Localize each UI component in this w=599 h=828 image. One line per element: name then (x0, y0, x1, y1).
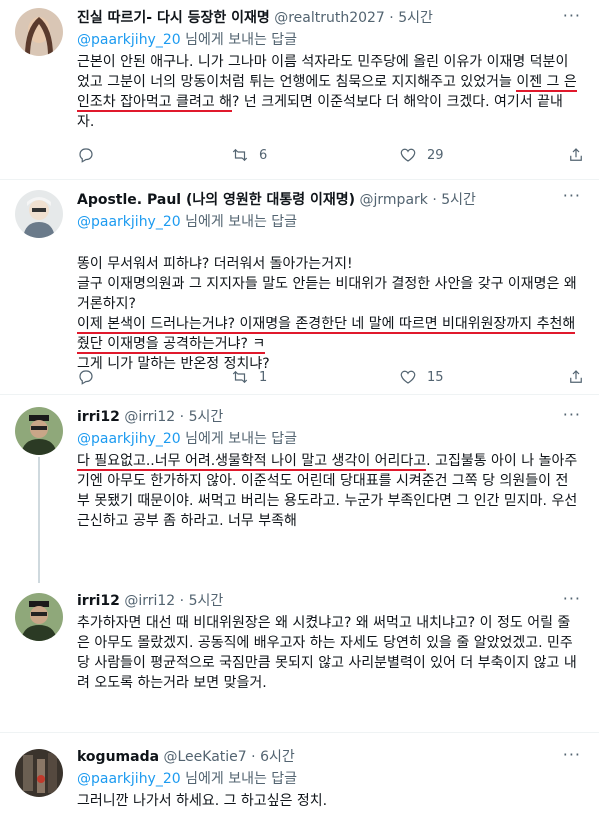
highlighted-text: 이제 본색이 드러나는거냐? 이재명을 존경한단 네 말에 따르면 비대위원장까… (77, 316, 576, 354)
tweet-text: 똥이 무서워서 피하냐? 더러워서 돌아가는거지! 글구 이재명의원과 그 지지… (77, 234, 579, 374)
thread-line (38, 457, 40, 583)
tweet[interactable]: kogumada @LeeKatie7 · 6시간 @paarkjihy_20 … (0, 733, 599, 828)
retweet-count: 1 (259, 369, 268, 385)
tweet-text-segment: 추가하자면 대선 때 비대위원장은 왜 시켰냐고? 왜 써먹고 내치냐고? 이 … (77, 615, 577, 691)
display-name[interactable]: kogumada (77, 749, 159, 765)
mention-link[interactable]: @paarkjihy_20 (77, 431, 181, 447)
timestamp[interactable]: 5시간 (441, 192, 476, 208)
reply-suffix: 님에게 보내는 답글 (180, 32, 298, 48)
mention-link[interactable]: @paarkjihy_20 (77, 771, 181, 787)
timestamp[interactable]: 5시간 (398, 10, 433, 26)
separator-dot: · (179, 593, 185, 609)
reply-context: @paarkjihy_20 님에게 보내는 답글 (77, 769, 579, 789)
avatar[interactable] (15, 190, 63, 238)
user-handle[interactable]: @irri12 (124, 593, 175, 609)
retweet-button[interactable]: 6 (231, 146, 267, 164)
timestamp[interactable]: 6시간 (260, 749, 295, 765)
tweet[interactable]: irri12 @irri12 · 5시간 @paarkjihy_20 님에게 보… (0, 395, 599, 583)
reply-suffix: 님에게 보내는 답글 (180, 771, 298, 787)
tweet-text-segment: 근본이 안된 애구나. 니가 그나마 이름 석자라도 민주당에 올린 이유가 이… (77, 54, 569, 90)
tweet[interactable]: 진실 따르기- 다시 등장한 이재명 @realtruth2027 · 5시간 … (0, 0, 599, 180)
reply-icon (79, 148, 93, 163)
display-name[interactable]: irri12 (77, 593, 120, 609)
tweet-text-segment: 그러니깐 나가서 하세요. 그 하고싶은 정치. (77, 793, 328, 809)
like-count: 29 (427, 147, 444, 163)
reply-context: @paarkjihy_20 님에게 보내는 답글 (77, 30, 579, 50)
timestamp[interactable]: 5시간 (189, 593, 224, 609)
retweet-icon (232, 148, 248, 162)
reply-suffix: 님에게 보내는 답글 (180, 214, 298, 230)
action-bar: 1 15 (77, 368, 582, 388)
more-options-icon[interactable]: ··· (563, 745, 581, 764)
like-button[interactable]: 29 (399, 146, 444, 164)
timestamp[interactable]: 5시간 (189, 409, 224, 425)
tweet-header: kogumada @LeeKatie7 · 6시간 (77, 747, 579, 767)
user-handle[interactable]: @LeeKatie7 (164, 749, 247, 765)
user-handle[interactable]: @realtruth2027 (274, 10, 385, 26)
tweet-text: 다 필요없고..너무 어려.생물학적 나이 말고 생각이 어리다고. 고집불통 … (77, 451, 579, 531)
avatar[interactable] (15, 407, 63, 455)
separator-dot: · (251, 749, 256, 765)
highlighted-text: 다 필요없고..너무 어려.생물학적 나이 말고 생각이 어리다고 (77, 453, 427, 471)
more-options-icon[interactable]: ··· (563, 405, 581, 424)
user-handle[interactable]: @irri12 (124, 409, 175, 425)
display-name[interactable]: Apostle. Paul (나의 영원한 대통령 이재명) (77, 192, 355, 208)
separator-dot: · (432, 192, 437, 208)
retweet-count: 6 (259, 147, 268, 163)
like-button[interactable]: 15 (399, 368, 444, 386)
avatar[interactable] (15, 749, 63, 797)
avatar[interactable] (15, 593, 63, 641)
user-handle[interactable]: @jrmpark (360, 192, 428, 208)
tweet-text: 근본이 안된 애구나. 니가 그나마 이름 석자라도 민주당에 올린 이유가 이… (77, 52, 579, 132)
tweet[interactable]: irri12 @irri12 · 5시간 추가하자면 대선 때 비대위원장은 왜… (0, 575, 599, 733)
share-button[interactable] (567, 146, 585, 164)
share-icon (570, 370, 582, 383)
retweet-button[interactable]: 1 (231, 368, 267, 386)
tweet-text: 그러니깐 나가서 하세요. 그 하고싶은 정치. (77, 791, 579, 811)
separator-dot: · (179, 409, 185, 425)
action-bar: 6 29 (77, 146, 582, 166)
mention-link[interactable]: @paarkjihy_20 (77, 32, 181, 48)
mention-link[interactable]: @paarkjihy_20 (77, 214, 181, 230)
more-options-icon[interactable]: ··· (563, 6, 581, 25)
separator-dot: · (389, 10, 394, 26)
tweet-header: 진실 따르기- 다시 등장한 이재명 @realtruth2027 · 5시간 (77, 8, 579, 28)
tweet-text-segment: 똥이 무서워서 피하냐? 더러워서 돌아가는거지! 글구 이재명의원과 그 지지… (77, 256, 577, 312)
tweet[interactable]: Apostle. Paul (나의 영원한 대통령 이재명) @jrmpark … (0, 180, 599, 395)
display-name[interactable]: 진실 따르기- 다시 등장한 이재명 (77, 10, 270, 26)
tweet-header: Apostle. Paul (나의 영원한 대통령 이재명) @jrmpark … (77, 190, 579, 210)
share-icon (570, 148, 582, 161)
display-name[interactable]: irri12 (77, 409, 120, 425)
reply-button[interactable] (77, 368, 105, 386)
retweet-icon (232, 370, 248, 384)
tweet-header: irri12 @irri12 · 5시간 (77, 407, 579, 427)
reply-context: @paarkjihy_20 님에게 보내는 답글 (77, 429, 579, 449)
tweet-text: 추가하자면 대선 때 비대위원장은 왜 시켰냐고? 왜 써먹고 내치냐고? 이 … (77, 613, 579, 693)
heart-icon (400, 370, 416, 384)
tweet-header: irri12 @irri12 · 5시간 (77, 591, 579, 611)
reply-context: @paarkjihy_20 님에게 보내는 답글 (77, 212, 579, 232)
more-options-icon[interactable]: ··· (563, 186, 581, 205)
share-button[interactable] (567, 368, 585, 386)
like-count: 15 (427, 369, 444, 385)
more-options-icon[interactable]: ··· (563, 589, 581, 608)
reply-suffix: 님에게 보내는 답글 (180, 431, 298, 447)
avatar[interactable] (15, 8, 63, 56)
reply-icon (79, 370, 93, 385)
reply-button[interactable] (77, 146, 105, 164)
heart-icon (400, 148, 416, 162)
